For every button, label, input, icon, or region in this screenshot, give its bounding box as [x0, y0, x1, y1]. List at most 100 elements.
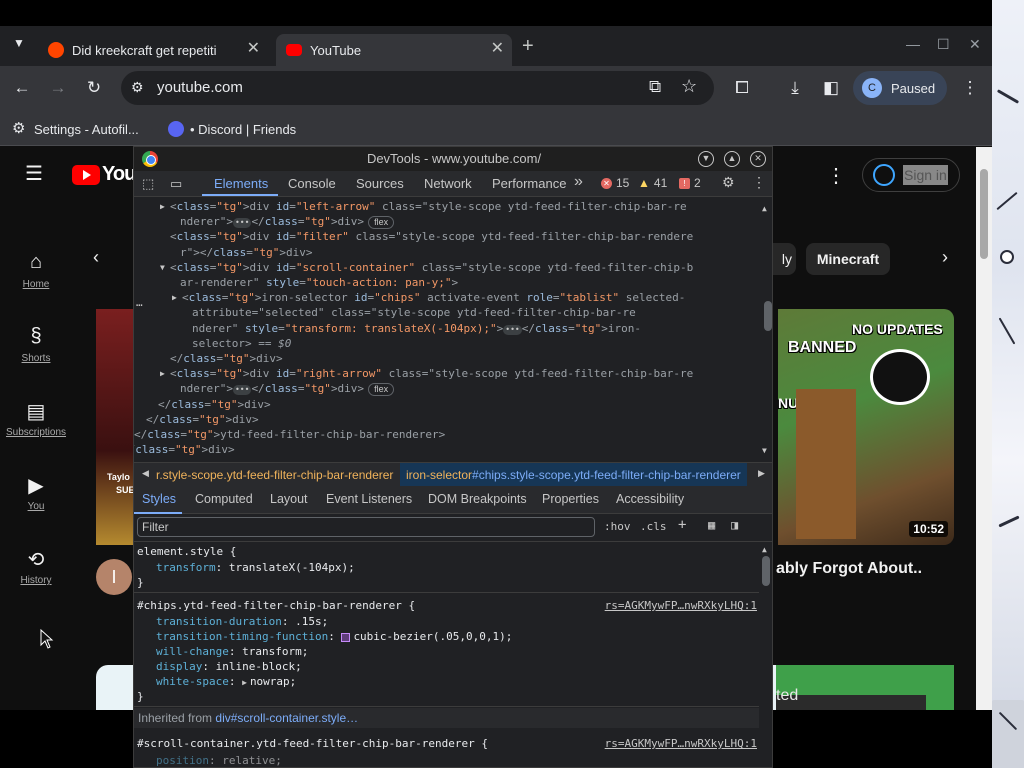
dom-line[interactable]: <class="tg">div id="filter" class="style…: [170, 229, 693, 244]
styles-filter-input[interactable]: Filter: [137, 517, 595, 537]
chip-left-arrow-icon[interactable]: ‹: [93, 247, 99, 268]
chip-right-arrow-icon[interactable]: ›: [942, 247, 948, 268]
tab-styles[interactable]: Styles: [142, 492, 176, 506]
rule-source-link[interactable]: rs=AGKMywFP…nwRXkyLHQ:1: [605, 736, 757, 751]
video-thumbnail[interactable]: NO UPDATES BANNED NUED 10:52: [778, 309, 954, 545]
video-title[interactable]: ably Forgot About..: [776, 560, 922, 578]
close-tab-icon[interactable]: ✕: [247, 41, 260, 57]
css-declaration[interactable]: display: inline-block;: [156, 659, 302, 674]
sidebar-item-shorts[interactable]: § Shorts: [0, 325, 72, 364]
settings-gear-icon[interactable]: ⚙: [722, 174, 735, 191]
tab-reddit[interactable]: Did kreekcraft get repetiti ✕: [40, 34, 268, 66]
device-toolbar-icon[interactable]: ▭: [170, 176, 182, 192]
expand-arrow-right-icon[interactable]: ▶: [160, 199, 165, 214]
dom-line[interactable]: </class="tg">div>: [170, 351, 283, 366]
sidebar-item-you[interactable]: ▶ You: [0, 473, 72, 512]
bezier-editor-icon[interactable]: [341, 632, 351, 642]
tab-elements[interactable]: Elements: [214, 176, 268, 191]
dom-line[interactable]: nderer"> ••• </class="tg">div> flex: [180, 214, 395, 230]
dom-tree[interactable]: … ▶ <class="tg">div id="left-arrow" class…: [134, 197, 772, 462]
menu-kebab-icon[interactable]: ⋮: [959, 78, 981, 98]
dom-line[interactable]: ▶ <class="tg">div id="left-arrow" class="…: [160, 199, 687, 214]
dom-line[interactable]: </class="tg">div>: [134, 442, 235, 457]
dom-line[interactable]: </class="tg">div>: [146, 412, 259, 427]
scroll-up-icon[interactable]: ▲: [762, 201, 767, 216]
dom-line[interactable]: nderer"> ••• </class="tg">div> flex: [180, 381, 395, 397]
forward-icon[interactable]: →: [47, 78, 69, 98]
tab-dom-breakpoints[interactable]: DOM Breakpoints: [428, 492, 527, 506]
close-icon[interactable]: ✕: [750, 151, 766, 167]
back-icon[interactable]: ←: [11, 78, 33, 98]
chevron-up-icon[interactable]: ▲: [724, 151, 740, 167]
dom-line[interactable]: </class="tg">ytd-feed-filter-chip-bar-re…: [134, 427, 445, 442]
expand-arrow-right-icon[interactable]: ▶: [242, 678, 247, 687]
breadcrumb-left-icon[interactable]: ◀: [142, 468, 149, 479]
expand-arrow-right-icon[interactable]: ▶: [160, 366, 165, 381]
tab-properties[interactable]: Properties: [542, 492, 599, 506]
tab-console[interactable]: Console: [288, 176, 336, 191]
hamburger-menu-icon[interactable]: ☰: [25, 161, 43, 186]
cls-toggle[interactable]: .cls: [640, 520, 667, 533]
scrollbar-thumb[interactable]: [764, 301, 772, 331]
inspect-icon[interactable]: ⬚: [142, 176, 154, 192]
download-icon[interactable]: ⤓: [784, 78, 806, 98]
tab-sources[interactable]: Sources: [356, 176, 404, 191]
tab-computed[interactable]: Computed: [195, 492, 253, 506]
expand-arrow-down-icon[interactable]: ▼: [160, 260, 165, 275]
css-declaration[interactable]: position: relative;: [156, 753, 282, 767]
flex-badge[interactable]: flex: [368, 383, 395, 397]
css-declaration[interactable]: white-space: ▶ nowrap;: [156, 674, 296, 690]
tab-accessibility[interactable]: Accessibility: [616, 492, 684, 506]
sidebar-item-history[interactable]: ⟲ History: [0, 547, 72, 586]
page-scrollbar[interactable]: [976, 147, 992, 710]
expand-arrow-right-icon[interactable]: ▶: [172, 290, 177, 305]
hov-toggle[interactable]: :hov: [604, 520, 631, 533]
side-panel-icon[interactable]: ◧: [820, 78, 842, 98]
sidebar-item-home[interactable]: ⌂ Home: [0, 251, 72, 290]
channel-avatar[interactable]: I: [96, 559, 132, 595]
tab-layout[interactable]: Layout: [270, 492, 308, 506]
devtools-menu-icon[interactable]: ⋮: [752, 174, 766, 191]
rule-selector[interactable]: #scroll-container.ytd-feed-filter-chip-b…: [137, 736, 488, 751]
scrollbar-thumb[interactable]: [762, 556, 770, 586]
chevron-down-icon[interactable]: ▼: [698, 151, 714, 167]
styles-pane[interactable]: element.style { transform: translateX(-1…: [134, 542, 772, 767]
chip-minecraft[interactable]: Minecraft: [806, 243, 890, 275]
maximize-icon[interactable]: ☐: [937, 36, 950, 53]
scroll-down-icon[interactable]: ▼: [762, 443, 767, 458]
css-declaration[interactable]: transform: translateX(-104px);: [156, 560, 355, 575]
sidebar-item-subscriptions[interactable]: ▤ Subscriptions: [0, 399, 72, 438]
dom-line[interactable]: </class="tg">div>: [158, 397, 271, 412]
styles-scrollbar[interactable]: ▲: [760, 542, 772, 767]
css-declaration[interactable]: transition-timing-function: cubic-bezier…: [156, 629, 512, 644]
dom-line[interactable]: ▶ <class="tg">iron-selector id="chips" ac…: [172, 290, 685, 305]
open-in-app-icon[interactable]: ⧉: [649, 77, 661, 97]
tab-youtube[interactable]: YouTube ✕: [276, 34, 512, 66]
flex-badge[interactable]: flex: [368, 216, 395, 230]
inherited-target-link[interactable]: div#scroll-container.style…: [215, 711, 358, 725]
bookmark-settings[interactable]: ⚙ Settings - Autofil...: [12, 121, 139, 137]
error-count[interactable]: ✕ 15: [601, 176, 629, 190]
tab-event-listeners[interactable]: Event Listeners: [326, 492, 412, 506]
extensions-icon[interactable]: ⧠: [731, 78, 753, 98]
breadcrumb-item[interactable]: r.style-scope.ytd-feed-filter-chip-bar-r…: [156, 468, 393, 482]
dom-line[interactable]: attribute="selected" class="style-scope …: [192, 305, 636, 320]
tab-network[interactable]: Network: [424, 176, 472, 191]
more-options-icon[interactable]: ⋮: [826, 163, 846, 188]
css-declaration[interactable]: transition-duration: .15s;: [156, 614, 328, 629]
rendering-emulation-icon[interactable]: ▦: [708, 518, 715, 532]
address-bar[interactable]: ⚙ youtube.com ⧉ ☆: [121, 71, 714, 105]
reload-icon[interactable]: ↻: [83, 78, 105, 98]
dom-ellipsis-icon[interactable]: …: [136, 295, 143, 310]
scroll-up-icon[interactable]: ▲: [762, 542, 767, 557]
dom-line[interactable]: ▼ <class="tg">div id="scroll-container" c…: [160, 260, 693, 275]
dom-line[interactable]: r"></class="tg">div>: [180, 245, 313, 260]
site-info-icon[interactable]: ⚙: [131, 79, 144, 96]
rule-selector[interactable]: #chips.ytd-feed-filter-chip-bar-renderer…: [137, 598, 415, 613]
minimize-icon[interactable]: —: [906, 36, 920, 52]
dom-line[interactable]: ▶ <class="tg">div id="right-arrow" class=…: [160, 366, 693, 381]
dom-line[interactable]: ar-renderer" style="touch-action: pan-y;…: [180, 275, 458, 290]
issue-count[interactable]: ! 2: [679, 176, 701, 190]
close-tab-icon[interactable]: ✕: [491, 41, 504, 57]
toggle-sidebar-icon[interactable]: ◨: [731, 518, 738, 532]
